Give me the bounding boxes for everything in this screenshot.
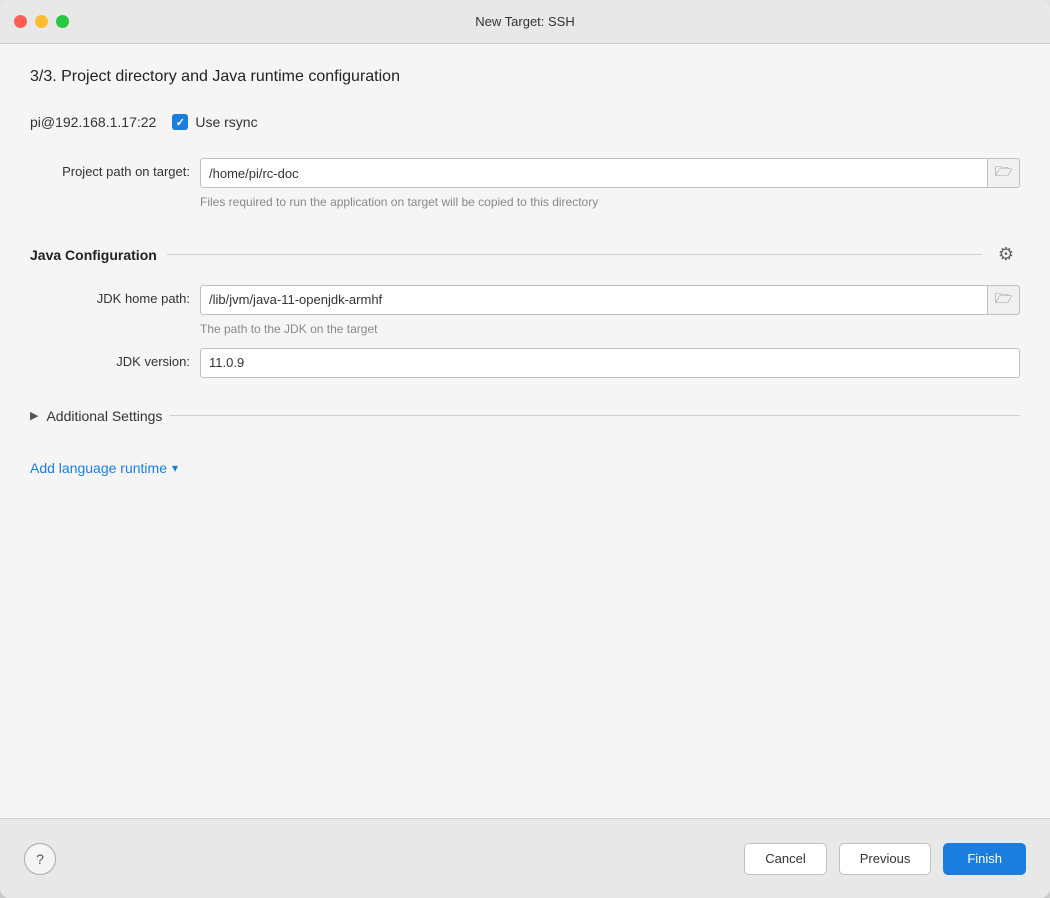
project-path-label: Project path on target: [30, 158, 200, 179]
jdk-home-row: JDK home path: 🗁 The path to the JDK on … [30, 285, 1020, 338]
dialog-window: New Target: SSH 3/3. Project directory a… [0, 0, 1050, 898]
jdk-home-field-group: 🗁 The path to the JDK on the target [200, 285, 1020, 338]
jdk-version-row: JDK version: [30, 348, 1020, 378]
add-runtime-arrow-icon: ▾ [172, 461, 178, 475]
project-path-browse-button[interactable]: 🗁 [988, 158, 1020, 188]
gear-button[interactable]: ⚙ [992, 241, 1020, 269]
rsync-checkbox-wrapper[interactable]: Use rsync [172, 114, 257, 130]
java-configuration-section: Java Configuration ⚙ [30, 241, 1020, 269]
use-rsync-checkbox[interactable] [172, 114, 188, 130]
jdk-home-hint: The path to the JDK on the target [200, 321, 1020, 338]
window-controls [14, 15, 69, 28]
titlebar: New Target: SSH [0, 0, 1050, 44]
jdk-version-label: JDK version: [30, 348, 200, 369]
settings-divider [170, 415, 1020, 416]
step-title: 3/3. Project directory and Java runtime … [30, 68, 1020, 86]
connection-address: pi@192.168.1.17:22 [30, 114, 156, 130]
folder-icon: 🗁 [995, 161, 1012, 185]
java-configuration-title: Java Configuration [30, 247, 157, 263]
jdk-home-label: JDK home path: [30, 285, 200, 306]
dialog-footer: ? Cancel Previous Finish [0, 818, 1050, 898]
cancel-button[interactable]: Cancel [744, 843, 826, 875]
jdk-home-input-group: 🗁 [200, 285, 1020, 315]
dialog-content: 3/3. Project directory and Java runtime … [0, 44, 1050, 818]
jdk-home-browse-button[interactable]: 🗁 [988, 285, 1020, 315]
window-title: New Target: SSH [475, 14, 574, 29]
additional-settings-label: Additional Settings [46, 408, 162, 424]
add-language-runtime[interactable]: Add language runtime ▾ [30, 460, 1020, 476]
add-runtime-label: Add language runtime [30, 460, 167, 476]
minimize-button[interactable] [35, 15, 48, 28]
folder-icon: 🗁 [995, 288, 1012, 312]
jdk-home-input[interactable] [200, 285, 988, 315]
gear-icon: ⚙ [998, 244, 1014, 265]
jdk-version-input[interactable] [200, 348, 1020, 378]
help-button[interactable]: ? [24, 843, 56, 875]
finish-button[interactable]: Finish [943, 843, 1026, 875]
expand-arrow-icon[interactable]: ▶ [30, 409, 38, 422]
previous-button[interactable]: Previous [839, 843, 932, 875]
use-rsync-label: Use rsync [195, 114, 257, 130]
section-divider [167, 254, 982, 255]
close-button[interactable] [14, 15, 27, 28]
connection-row: pi@192.168.1.17:22 Use rsync [30, 114, 1020, 130]
project-path-input[interactable] [200, 158, 988, 188]
maximize-button[interactable] [56, 15, 69, 28]
jdk-version-field-group [200, 348, 1020, 378]
project-path-hint: Files required to run the application on… [200, 194, 1020, 211]
help-icon: ? [36, 851, 44, 867]
project-path-row: Project path on target: 🗁 Files required… [30, 158, 1020, 211]
project-path-field-group: 🗁 Files required to run the application … [200, 158, 1020, 211]
project-path-input-group: 🗁 [200, 158, 1020, 188]
additional-settings-row: ▶ Additional Settings [30, 408, 1020, 424]
